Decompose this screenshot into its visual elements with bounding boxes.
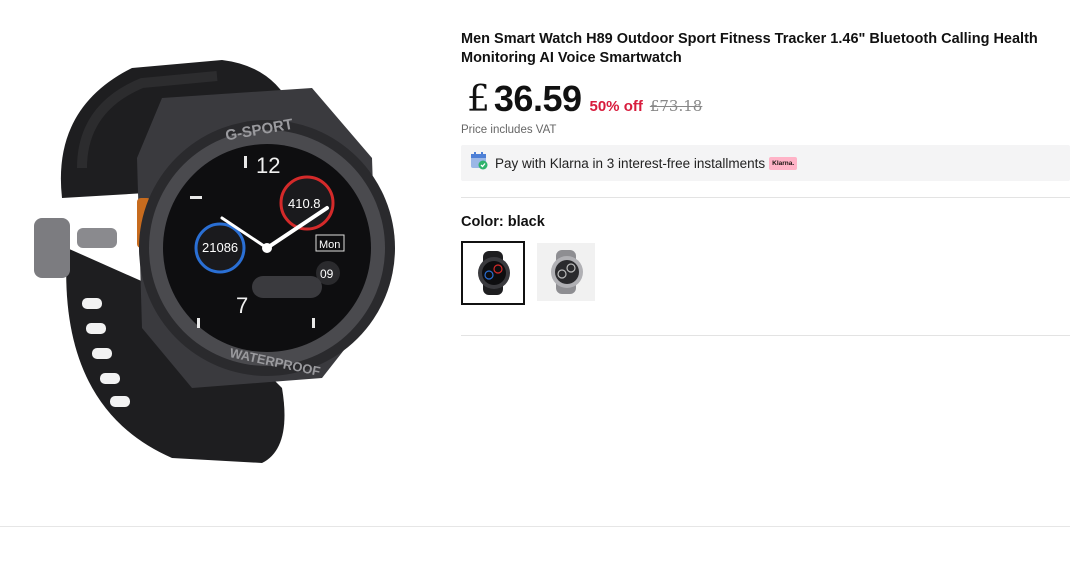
calories-value: 410.8 [288, 196, 321, 211]
hour-12-label: 12 [256, 153, 280, 178]
divider [461, 335, 1070, 336]
day-value: Mon [319, 239, 340, 251]
vat-note: Price includes VAT [461, 124, 557, 136]
color-option-black[interactable] [461, 241, 525, 305]
calendar-icon [469, 151, 489, 176]
klarna-banner[interactable]: Pay with Klarna in 3 interest-free insta… [461, 145, 1070, 181]
product-info: Men Smart Watch H89 Outdoor Sport Fitnes… [461, 30, 1070, 336]
color-label: Color: black [461, 214, 545, 230]
product-image[interactable]: G-SPORT WATERPROOF 12 7 410.8 21086 Mon … [22, 48, 412, 473]
current-price: 36.59 [493, 78, 582, 119]
discount-badge: 50% off [589, 98, 643, 115]
date-value: 09 [320, 267, 334, 281]
currency-symbol: £ [467, 79, 490, 120]
steps-value: 21086 [202, 240, 238, 255]
section-divider [0, 526, 1070, 527]
color-option-silver[interactable] [537, 243, 595, 301]
hour-7-label: 7 [236, 293, 248, 318]
black-watch-thumbnail [478, 251, 510, 295]
silver-watch-thumbnail [551, 250, 583, 294]
divider [461, 197, 1070, 198]
product-title: Men Smart Watch H89 Outdoor Sport Fitnes… [461, 31, 1038, 66]
price-row: £ 36.59 50% off £73.18 [461, 78, 1070, 120]
klarna-text: Pay with Klarna in 3 interest-free insta… [495, 155, 766, 171]
original-price: £73.18 [649, 97, 703, 115]
klarna-logo: Klarna. [769, 156, 798, 170]
color-swatches [461, 241, 1070, 305]
smartwatch-image: G-SPORT WATERPROOF 12 7 410.8 21086 Mon … [34, 60, 395, 463]
